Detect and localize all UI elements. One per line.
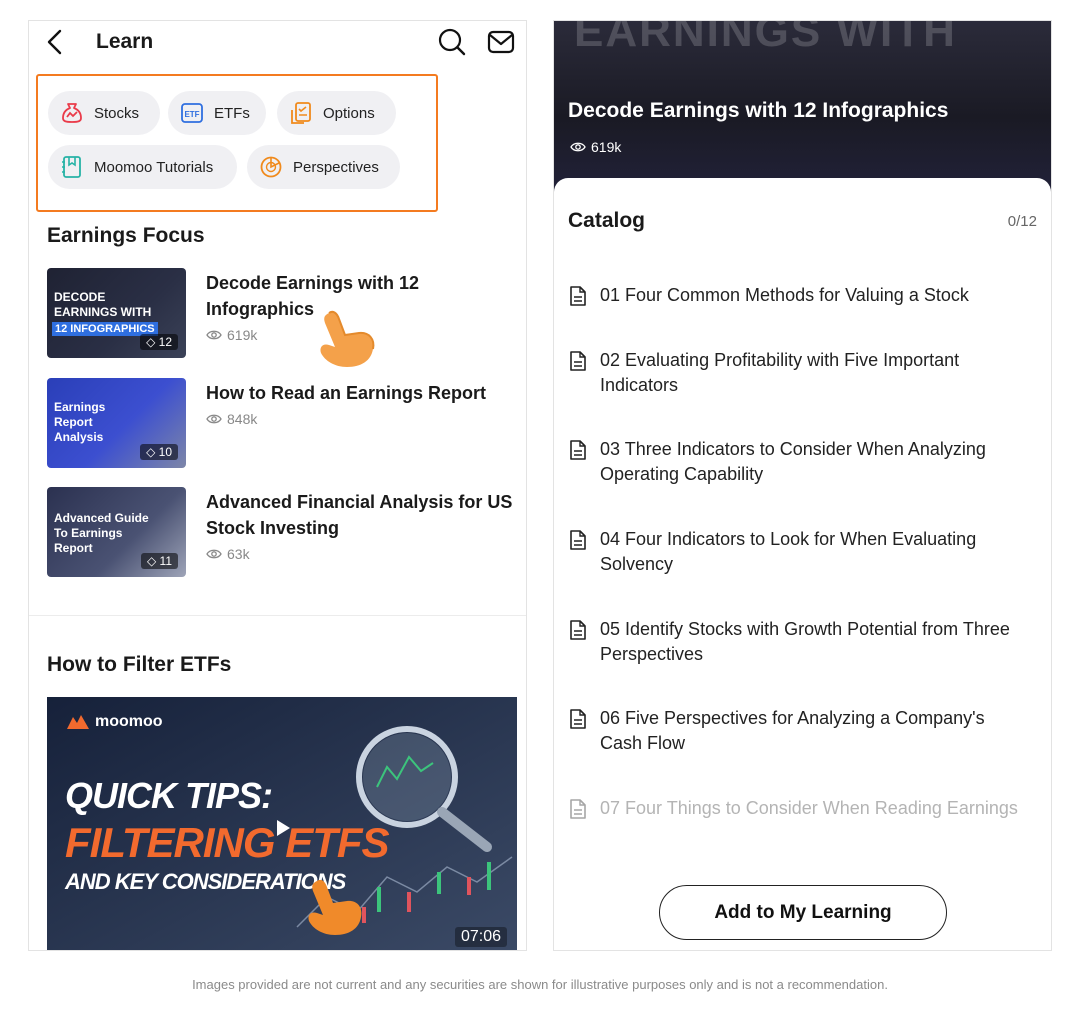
lesson-count: 10 [158,445,172,459]
video-player[interactable]: moomoo QUICK TIPS: FILTERING ETFS AND KE… [47,697,517,950]
chip-stocks[interactable]: Stocks [48,91,160,135]
section-title-earnings-focus: Earnings Focus [47,224,205,247]
view-count: 619k [591,139,622,155]
catalog-item[interactable]: 05 Identify Stocks with Growth Potential… [568,617,1028,667]
add-to-my-learning-button[interactable]: Add to My Learning [659,885,947,940]
chip-label: Stocks [94,104,140,122]
catalog-progress: 0/12 [1007,213,1037,230]
article-card[interactable]: Earnings Report Analysis ◇ 10 How to Rea… [47,378,517,470]
article-thumbnail: Earnings Report Analysis ◇ 10 [47,378,186,468]
catalog-item[interactable]: 04 Four Indicators to Look for When Eval… [568,527,1028,577]
catalog-item[interactable]: 02 Evaluating Profitability with Five Im… [568,348,1028,398]
document-icon [570,620,586,640]
thumbnail-text: Earnings Report Analysis [54,400,106,444]
document-icon [570,440,586,460]
view-count: 619k [227,327,258,343]
video-duration: 07:06 [454,927,507,947]
document-icon [570,530,586,550]
document-icon [570,351,586,371]
eye-icon [206,330,222,340]
page-title: Learn [96,30,154,53]
top-bar: Learn [29,21,526,65]
catalog-item-label: 01 Four Common Methods for Valuing a Sto… [600,285,969,305]
catalog-title: Catalog [568,209,646,232]
back-arrow-icon[interactable] [45,29,65,55]
chip-options[interactable]: Options [277,91,396,135]
section-title-filter-etfs: How to Filter ETFs [47,653,232,676]
lesson-count-badge: ◇ 12 [140,334,178,350]
catalog-item-label: 02 Evaluating Profitability with Five Im… [600,350,960,395]
chip-label: Moomoo Tutorials [94,158,214,176]
video-title-line-1: QUICK TIPS: [65,775,273,816]
article-thumbnail: DECODE EARNINGS WITH 12 INFOGRAPHICS ◇ 1… [47,268,186,358]
options-icon [291,102,311,124]
tutorials-icon [62,156,81,178]
thumbnail-text: Advanced Guide To Earnings Report [54,511,149,555]
catalog-item[interactable]: 07 Four Things to Consider When Reading … [568,796,1028,821]
eye-icon [570,142,586,152]
lesson-count-badge: ◇ 10 [140,444,178,460]
moomoo-brand: moomoo [65,713,163,731]
article-title: Advanced Financial Analysis for US Stock… [206,492,513,538]
eye-icon [206,414,222,424]
course-views: 619k [570,139,621,155]
catalog-item-label: 07 Four Things to Consider When Reading … [600,798,1018,818]
chip-label: Perspectives [293,158,379,176]
perspectives-icon [260,156,282,178]
article-views: 63k [206,546,250,562]
document-icon [570,286,586,306]
chip-label: ETFs [214,104,250,122]
svg-text:ETF: ETF [184,110,199,119]
moomoo-logo-icon [67,715,89,729]
brand-name: moomoo [95,713,163,730]
course-hero: EARNINGS WITH Decode Earnings with 12 In… [554,21,1051,196]
stocks-icon [62,103,82,123]
chip-label: Options [323,104,375,122]
catalog-item-label: 03 Three Indicators to Consider When Ana… [600,439,986,484]
lesson-count: 12 [158,335,172,349]
mail-icon[interactable] [487,29,515,55]
tap-hand-icon [308,879,362,935]
disclaimer: Images provided are not current and any … [192,977,888,992]
course-detail-screen: EARNINGS WITH Decode Earnings with 12 In… [553,20,1052,951]
document-icon [570,799,586,819]
catalog-item-label: 04 Four Indicators to Look for When Eval… [600,529,977,574]
catalog-item-label: 05 Identify Stocks with Growth Potential… [600,619,1010,664]
article-title: How to Read an Earnings Report [206,383,487,403]
chip-etfs[interactable]: ETF ETFs [168,91,266,135]
article-card[interactable]: DECODE EARNINGS WITH 12 INFOGRAPHICS ◇ 1… [47,268,517,360]
article-views: 619k [206,327,257,343]
video-title-line-2: FILTERING ETFS [65,819,390,866]
view-count: 848k [227,411,258,427]
catalog-item[interactable]: 03 Three Indicators to Consider When Ana… [568,437,1028,487]
catalog-panel: Catalog 0/12 01 Four Common Methods for … [554,178,1051,950]
catalog-item[interactable]: 06 Five Perspectives for Analyzing a Com… [568,706,1028,756]
article-views: 848k [206,411,257,427]
document-icon [570,709,586,729]
catalog-item[interactable]: 01 Four Common Methods for Valuing a Sto… [568,283,1028,308]
chip-moomoo-tutorials[interactable]: Moomoo Tutorials [48,145,237,189]
section-divider [29,615,526,616]
lesson-count-badge: ◇ 11 [140,553,178,569]
search-icon[interactable] [438,28,466,56]
hero-background-text: EARNINGS WITH [574,21,957,56]
chip-perspectives[interactable]: Perspectives [247,145,400,189]
tap-hand-icon [320,310,375,367]
eye-icon [206,549,222,559]
lesson-count: 11 [159,554,172,568]
play-icon[interactable] [275,819,291,837]
category-highlight-box: Stocks ETF ETFs Options Moomoo Tutorials… [36,74,438,212]
etf-icon: ETF [181,103,203,123]
catalog-item-label: 06 Five Perspectives for Analyzing a Com… [600,708,985,753]
learn-screen: Learn Stocks ETF ETFs Options Moomoo Tut… [28,20,527,951]
course-title: Decode Earnings with 12 Infographics [568,99,949,122]
thumbnail-text: DECODE EARNINGS WITH [54,290,152,319]
article-thumbnail: Advanced Guide To Earnings Report ◇ 11 [47,487,186,577]
view-count: 63k [227,546,250,562]
article-card[interactable]: Advanced Guide To Earnings Report ◇ 11 A… [47,487,517,579]
